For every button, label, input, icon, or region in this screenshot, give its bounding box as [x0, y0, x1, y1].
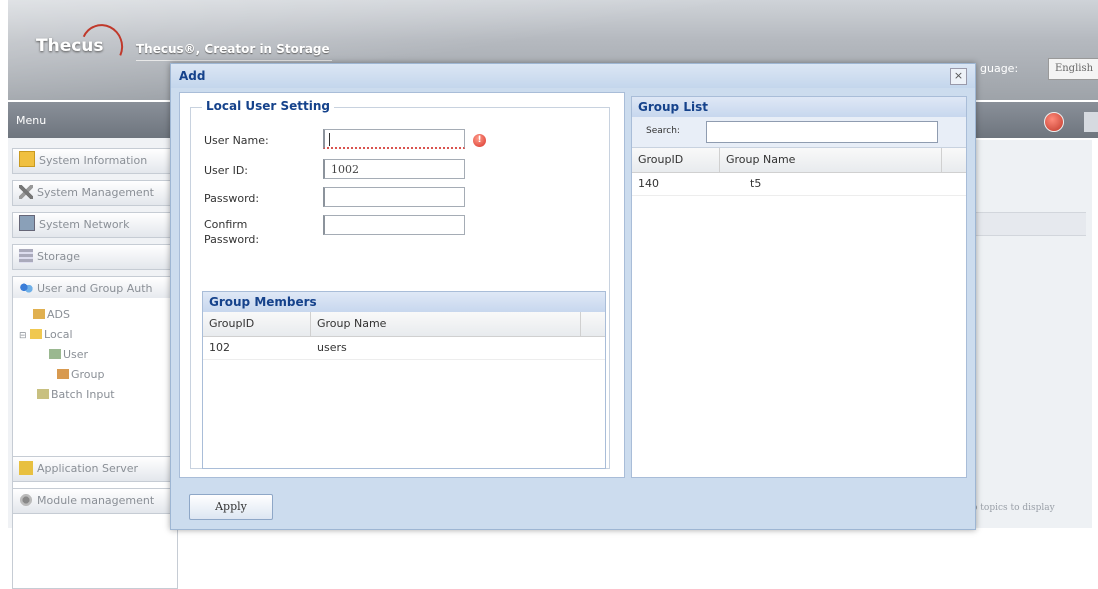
group-members-panel: Group Members GroupID Group Name 102 use… — [202, 291, 606, 469]
dialog-title: Add — [179, 69, 206, 83]
apply-button[interactable]: Apply — [189, 494, 273, 520]
tools-icon — [19, 185, 33, 199]
users-icon — [19, 281, 33, 295]
tree-node-batch-input[interactable]: Batch Input — [37, 388, 115, 401]
group-members-title: Group Members — [203, 292, 605, 312]
sidebar-item-application-server[interactable]: Application Server — [12, 456, 178, 482]
search-label: Search: — [646, 126, 680, 136]
sidebar-item-label: System Management — [37, 186, 154, 199]
logout-icon[interactable] — [1044, 112, 1064, 132]
sidebar-item-system-management[interactable]: System Management — [12, 180, 178, 206]
confirm-password-label-1: Confirm — [204, 218, 248, 231]
batch-icon — [37, 389, 49, 399]
password-input[interactable] — [323, 187, 465, 207]
tree-node-local[interactable]: ⊟ Local — [19, 328, 73, 341]
text-cursor — [329, 133, 330, 146]
user-id-input[interactable]: 1002 — [323, 159, 465, 179]
column-header-group-name[interactable]: Group Name — [311, 312, 581, 336]
sidebar-item-label: Module management — [37, 494, 155, 507]
sidebar: System Information System Management Sys… — [8, 138, 178, 589]
app-server-icon — [19, 461, 33, 475]
group-list-panel: Group List Search: GroupID Group Name 14… — [631, 96, 967, 478]
menu-title: Menu — [16, 114, 47, 127]
group-icon — [57, 369, 69, 379]
tree-label: Local — [44, 328, 73, 341]
column-header-groupid[interactable]: GroupID — [632, 148, 720, 172]
tree-label: Group — [71, 368, 105, 381]
sidebar-item-label: System Network — [39, 218, 130, 231]
confirm-password-label-2: Password: — [204, 233, 260, 246]
local-user-setting-panel: Local User Setting User Name: ! User ID:… — [179, 92, 625, 478]
tree-node-ads[interactable]: ADS — [33, 308, 70, 321]
background-footer-text: o topics to display — [972, 503, 1055, 513]
toolbar-edge — [1084, 112, 1098, 132]
sidebar-item-label: Storage — [37, 250, 81, 263]
group-search-row: Search: — [632, 117, 966, 148]
column-header-groupid[interactable]: GroupID — [203, 312, 311, 336]
group-list-header: GroupID Group Name — [632, 148, 966, 173]
tagline: Thecus®, Creator in Storage — [136, 42, 332, 61]
error-icon: ! — [473, 134, 486, 147]
sidebar-item-label: User and Group Auth — [37, 282, 153, 295]
storage-icon — [19, 249, 33, 263]
cell-group-name: t5 — [750, 177, 762, 190]
tree-label: Batch Input — [51, 388, 115, 401]
sidebar-item-storage[interactable]: Storage — [12, 244, 178, 270]
language-select[interactable]: English — [1048, 58, 1098, 80]
user-name-label: User Name: — [204, 134, 269, 147]
tagline-text: Thecus®, Creator in Storage — [136, 42, 330, 56]
table-row[interactable]: 140 t5 — [632, 173, 966, 196]
search-input[interactable] — [706, 121, 938, 143]
language-label: guage: — [980, 62, 1019, 75]
group-members-header: GroupID Group Name — [203, 312, 605, 337]
tagline-underline — [136, 60, 332, 61]
folder-icon — [30, 329, 43, 339]
password-label: Password: — [204, 192, 260, 205]
cell-groupid: 102 — [209, 341, 230, 354]
table-row[interactable]: 102 users — [203, 337, 605, 360]
info-icon — [19, 151, 35, 167]
network-icon — [19, 215, 35, 231]
background-grid-header — [966, 212, 1086, 236]
user-name-input[interactable] — [323, 129, 465, 149]
module-icon — [19, 493, 33, 507]
sidebar-item-system-information[interactable]: System Information — [12, 148, 178, 174]
close-icon[interactable]: × — [950, 68, 967, 85]
tree-label: User — [63, 348, 89, 361]
dialog-body: Local User Setting User Name: ! User ID:… — [179, 92, 969, 482]
cell-groupid: 140 — [638, 177, 659, 190]
collapse-icon: ⊟ — [19, 331, 27, 341]
tree-node-group[interactable]: Group — [57, 368, 105, 381]
user-group-tree: ADS ⊟ Local User Group Batch Input — [12, 298, 178, 589]
user-icon — [49, 349, 61, 359]
sidebar-item-module-management[interactable]: Module management — [12, 488, 178, 514]
background-content — [966, 140, 1092, 528]
tree-node-user[interactable]: User — [49, 348, 88, 361]
column-header-group-name[interactable]: Group Name — [720, 148, 942, 172]
group-list-title: Group List — [632, 97, 966, 117]
local-user-setting-legend: Local User Setting — [202, 99, 335, 113]
user-id-label: User ID: — [204, 164, 248, 177]
dialog-title-bar[interactable]: Add × — [171, 64, 975, 88]
add-user-dialog: Add × Local User Setting User Name: ! Us… — [170, 63, 976, 530]
sidebar-item-label: Application Server — [37, 462, 139, 475]
tree-label: ADS — [47, 308, 70, 321]
confirm-password-input[interactable] — [323, 215, 465, 235]
ads-icon — [33, 309, 45, 319]
cell-group-name: users — [317, 341, 347, 354]
sidebar-item-system-network[interactable]: System Network — [12, 212, 178, 238]
thecus-logo: Thecus — [36, 18, 130, 74]
sidebar-item-label: System Information — [39, 154, 148, 167]
